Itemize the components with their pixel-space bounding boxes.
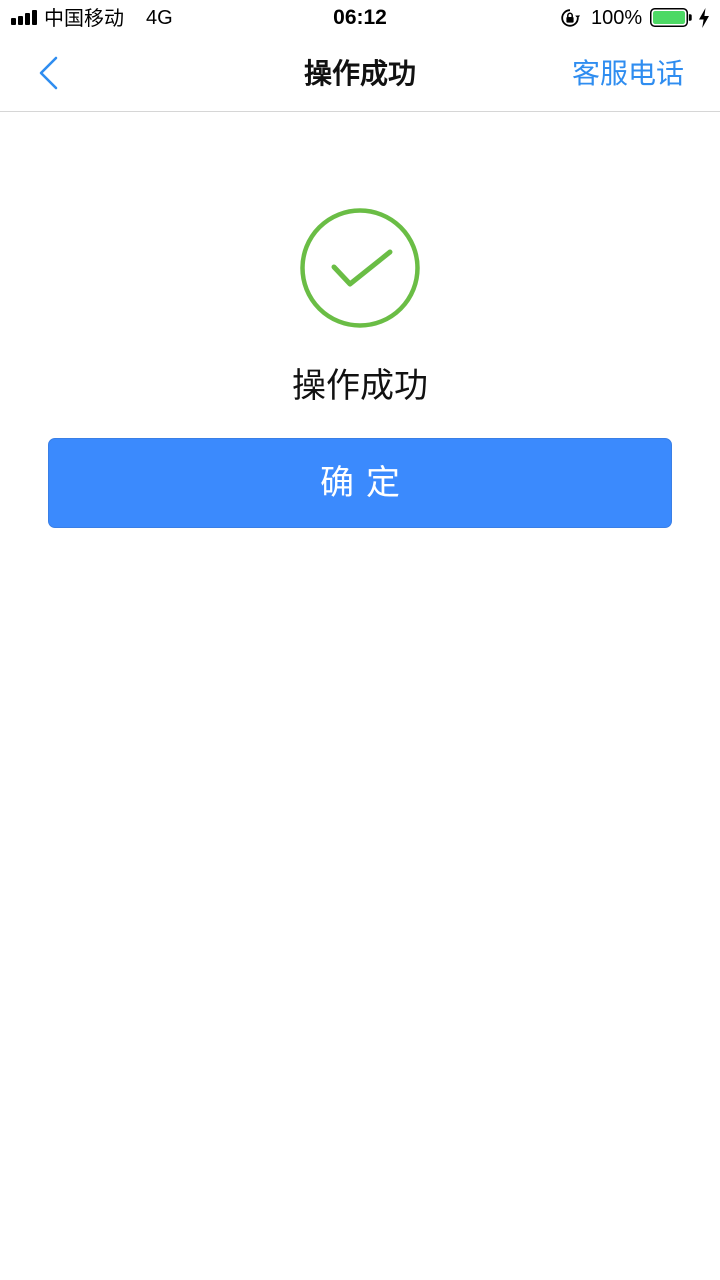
confirm-button[interactable]: 确定 [48, 438, 672, 528]
page-title: 操作成功 [303, 57, 416, 90]
back-button[interactable] [26, 48, 74, 96]
battery-icon [650, 8, 692, 27]
check-circle-icon [300, 208, 420, 328]
status-bar: 中国移动 4G 06:12 100% [0, 0, 720, 36]
battery-percent: 100% [591, 7, 643, 29]
charging-icon [699, 8, 709, 28]
orientation-lock-icon [561, 9, 580, 27]
result-message: 操作成功 [292, 366, 428, 406]
navigation-bar: 操作成功 客服电话 [0, 36, 720, 112]
chevron-left-icon [39, 56, 58, 90]
customer-service-phone-button[interactable]: 客服电话 [572, 36, 684, 111]
